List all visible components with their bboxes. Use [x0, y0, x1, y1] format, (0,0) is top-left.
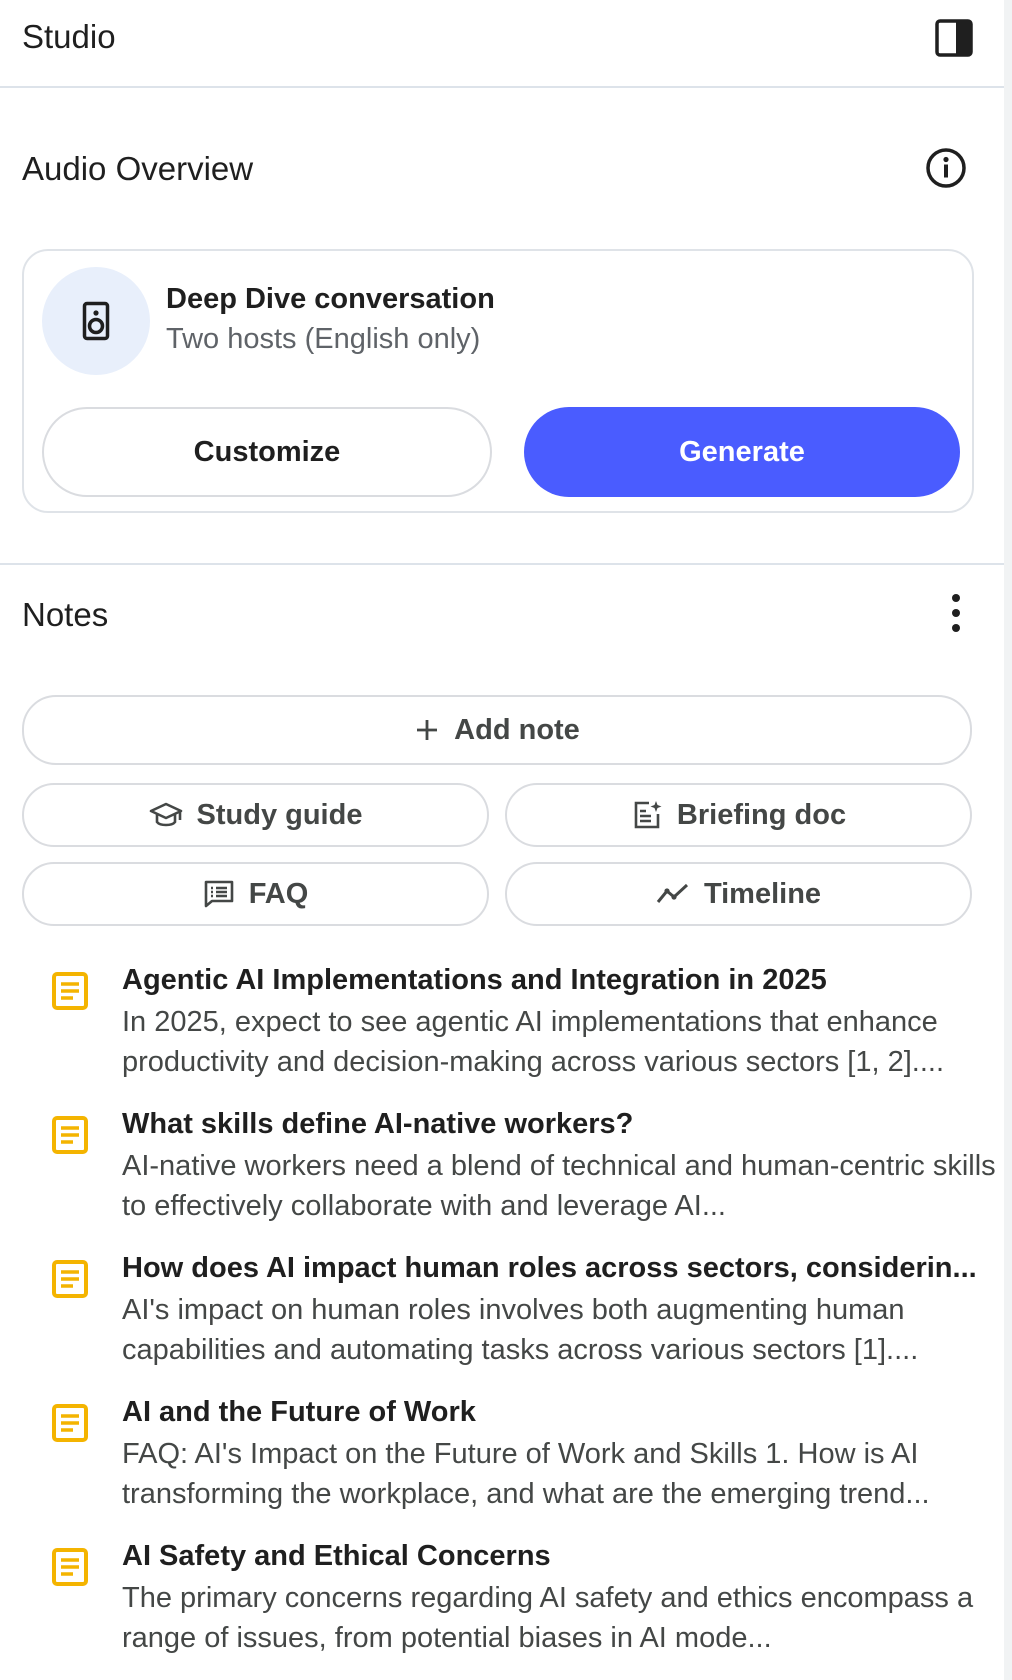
note-item[interactable]: Agentic AI Implementations and Integrati… — [50, 964, 970, 1080]
note-preview: FAQ: AI's Impact on the Future of Work a… — [122, 1438, 930, 1510]
speaker-icon-container — [42, 267, 150, 375]
briefing-doc-icon — [634, 801, 662, 829]
deep-dive-title: Deep Dive conversation — [166, 283, 495, 315]
note-icon — [52, 1404, 88, 1442]
studio-header: Studio — [0, 0, 1004, 88]
briefing-doc-label: Briefing doc — [676, 798, 847, 831]
faq-icon — [204, 880, 233, 908]
note-item[interactable]: AI Safety and Ethical Concerns The prima… — [50, 1540, 973, 1656]
faq-button[interactable]: FAQ — [22, 862, 489, 926]
note-icon — [52, 1116, 88, 1154]
timeline-label: Timeline — [703, 877, 822, 910]
customize-button[interactable]: Customize — [42, 407, 492, 497]
note-preview: The primary concerns regarding AI safety… — [122, 1582, 974, 1654]
audio-overview-card: Deep Dive conversation Two hosts (Englis… — [22, 249, 974, 513]
note-title: AI and the Future of Work — [122, 1396, 476, 1428]
info-icon[interactable] — [924, 146, 968, 190]
note-title: AI Safety and Ethical Concerns — [122, 1540, 551, 1572]
section-divider — [0, 563, 1004, 565]
note-preview: AI-native workers need a blend of techni… — [122, 1150, 996, 1222]
note-icon — [52, 1260, 88, 1298]
timeline-icon — [656, 883, 688, 903]
note-title: How does AI impact human roles across se… — [122, 1252, 977, 1284]
note-icon — [52, 1548, 88, 1586]
scrollbar[interactable] — [1004, 0, 1012, 1680]
school-icon — [149, 802, 182, 827]
add-icon — [417, 720, 438, 740]
briefing-doc-button[interactable]: Briefing doc — [505, 783, 972, 847]
faq-label: FAQ — [248, 877, 309, 910]
note-item[interactable]: AI and the Future of Work FAQ: AI's Impa… — [50, 1396, 970, 1512]
note-preview: AI's impact on human roles involves both… — [122, 1294, 919, 1366]
study-guide-button[interactable]: Study guide — [22, 783, 489, 847]
more-vert-icon[interactable] — [938, 590, 974, 636]
deep-dive-subtitle: Two hosts (English only) — [166, 323, 481, 355]
note-title: What skills define AI-native workers? — [122, 1108, 634, 1140]
note-title: Agentic AI Implementations and Integrati… — [122, 964, 827, 996]
note-item[interactable]: What skills define AI-native workers? AI… — [50, 1108, 996, 1224]
audio-overview-title: Audio Overview — [22, 150, 254, 187]
note-preview: In 2025, expect to see agentic AI implem… — [122, 1006, 945, 1078]
add-note-label: Add note — [454, 713, 580, 746]
studio-panel: Studio Audio Overview Deep Dive conversa… — [0, 0, 1004, 1680]
speaker-icon — [82, 301, 110, 341]
add-note-button[interactable]: Add note — [22, 695, 972, 765]
note-icon — [52, 972, 88, 1010]
notes-title: Notes — [22, 596, 109, 633]
note-item[interactable]: How does AI impact human roles across se… — [50, 1252, 977, 1368]
timeline-button[interactable]: Timeline — [505, 862, 972, 926]
side-panel-icon[interactable] — [934, 18, 974, 58]
generate-button[interactable]: Generate — [524, 407, 960, 497]
panel-title: Studio — [22, 18, 116, 55]
study-guide-label: Study guide — [196, 798, 363, 831]
